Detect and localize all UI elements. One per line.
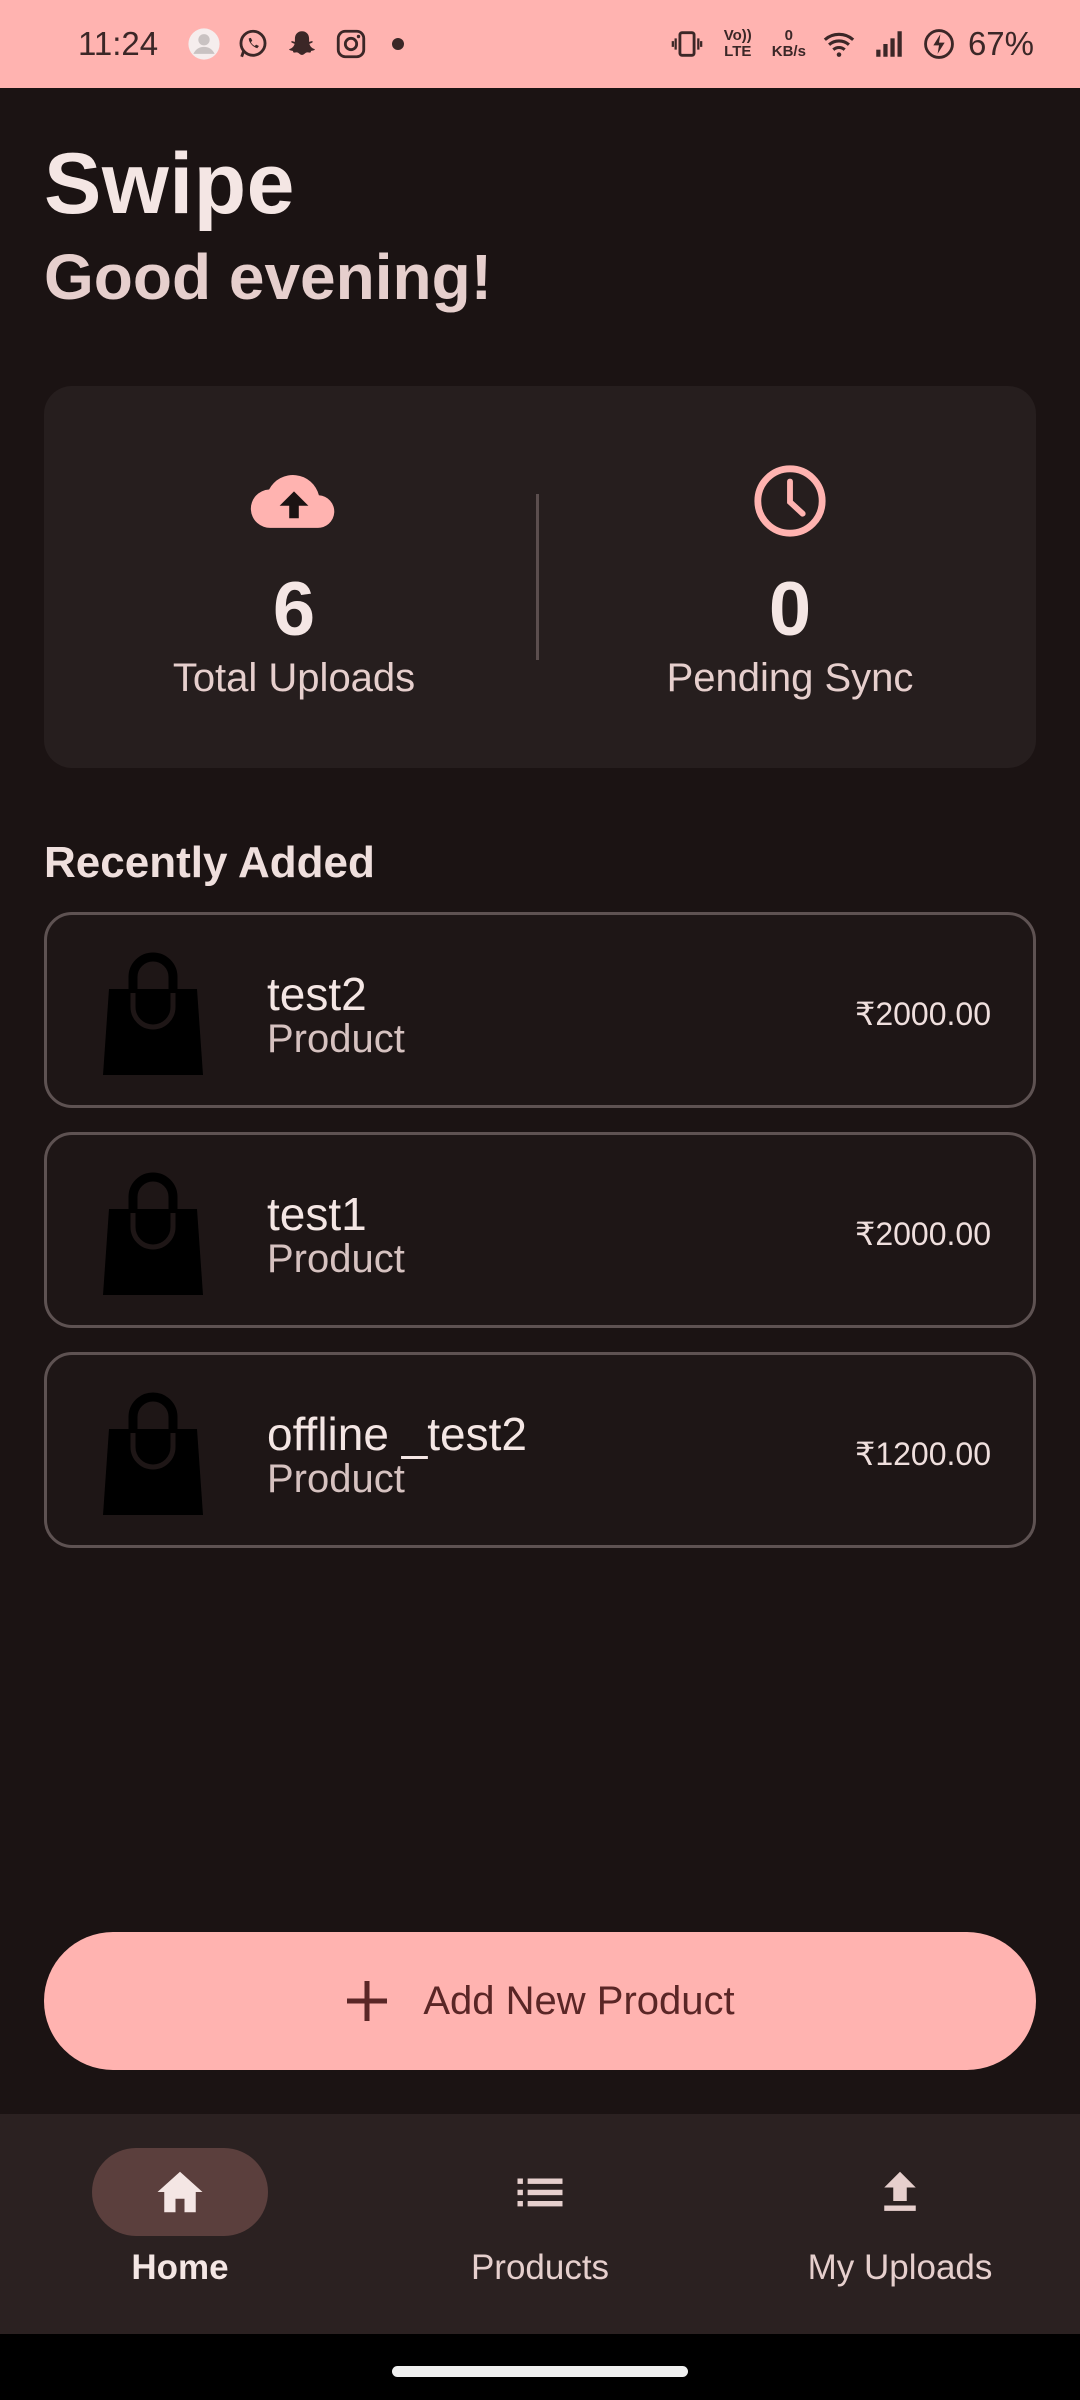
upload-icon [884,2171,916,2211]
status-time: 11:24 [78,25,159,62]
nav-item-my-uploads[interactable]: My Uploads [720,2114,1080,2334]
product-price: ₹1200.00 [854,1436,991,1472]
cloud-upload-icon [246,458,342,544]
net-speed-value: 0 [784,27,794,44]
list-icon [517,2178,563,2207]
nav-label-home: Home [131,2248,229,2287]
battery-charging-icon [922,27,956,61]
total-uploads-value: 6 [272,567,316,652]
product-type: Product [267,1237,405,1281]
nav-icon-container [812,2148,988,2236]
nav-label-products: Products [470,2248,610,2287]
nav-item-products[interactable]: Products [360,2114,720,2334]
pending-sync-value: 0 [768,567,812,652]
snapchat-icon [284,26,320,62]
instagram-icon [333,26,369,62]
total-uploads-label: Total Uploads [172,656,416,700]
whatsapp-icon [235,26,271,62]
clock-icon [742,458,838,544]
plus-icon [347,1981,388,2021]
app-title: Swipe [44,136,296,232]
pending-sync-label: Pending Sync [666,656,914,700]
shopping-bag-icon [103,952,203,1075]
nav-label-my-uploads: My Uploads [807,2248,993,2287]
product-price: ₹2000.00 [854,1216,991,1252]
add-new-product-button[interactable]: Add New Product [44,1932,1036,2070]
battery-percentage: 67% [967,25,1034,62]
avatar-icon [186,26,222,62]
home-icon [157,2171,203,2213]
system-navigation-area [0,2334,1080,2400]
product-card[interactable]: offline _test2 Product ₹1200.00 [44,1352,1036,1548]
add-new-product-label: Add New Product [423,1978,735,2023]
stats-card: 6 Total Uploads 0 Pending Sync [44,386,1036,768]
vibrate-icon [670,27,704,61]
recently-added-title: Recently Added [44,838,375,887]
greeting-text: Good evening! [44,241,492,313]
volte-indicator: Vo)) LTE [723,27,752,60]
product-name: offline _test2 [267,1408,528,1460]
wifi-icon [822,27,856,61]
product-price: ₹2000.00 [854,996,991,1032]
gesture-handle[interactable] [392,2366,688,2377]
product-name: test1 [267,1188,367,1240]
pending-sync-stat: 0 Pending Sync [580,386,1000,768]
product-type: Product [267,1457,405,1501]
bottom-navigation: Home Products My Uploads [0,2114,1080,2334]
signal-icon [872,27,906,61]
net-speed: 0 KB/s [772,28,806,60]
nav-item-home[interactable]: Home [0,2114,360,2334]
stats-divider [536,494,539,660]
product-type: Product [267,1017,405,1061]
nav-active-indicator [92,2148,268,2236]
status-bar: 11:24 Vo)) LTE 0 KB/s 67% [0,0,1080,88]
product-card[interactable]: test2 Product ₹2000.00 [44,912,1036,1108]
nav-icon-container [452,2148,628,2236]
shopping-bag-icon [103,1172,203,1295]
more-notifications-dot [392,38,405,50]
product-card[interactable]: test1 Product ₹2000.00 [44,1132,1036,1328]
net-speed-unit: KB/s [771,43,806,60]
shopping-bag-icon [103,1392,203,1515]
product-name: test2 [267,968,367,1020]
total-uploads-stat: 6 Total Uploads [84,386,504,768]
